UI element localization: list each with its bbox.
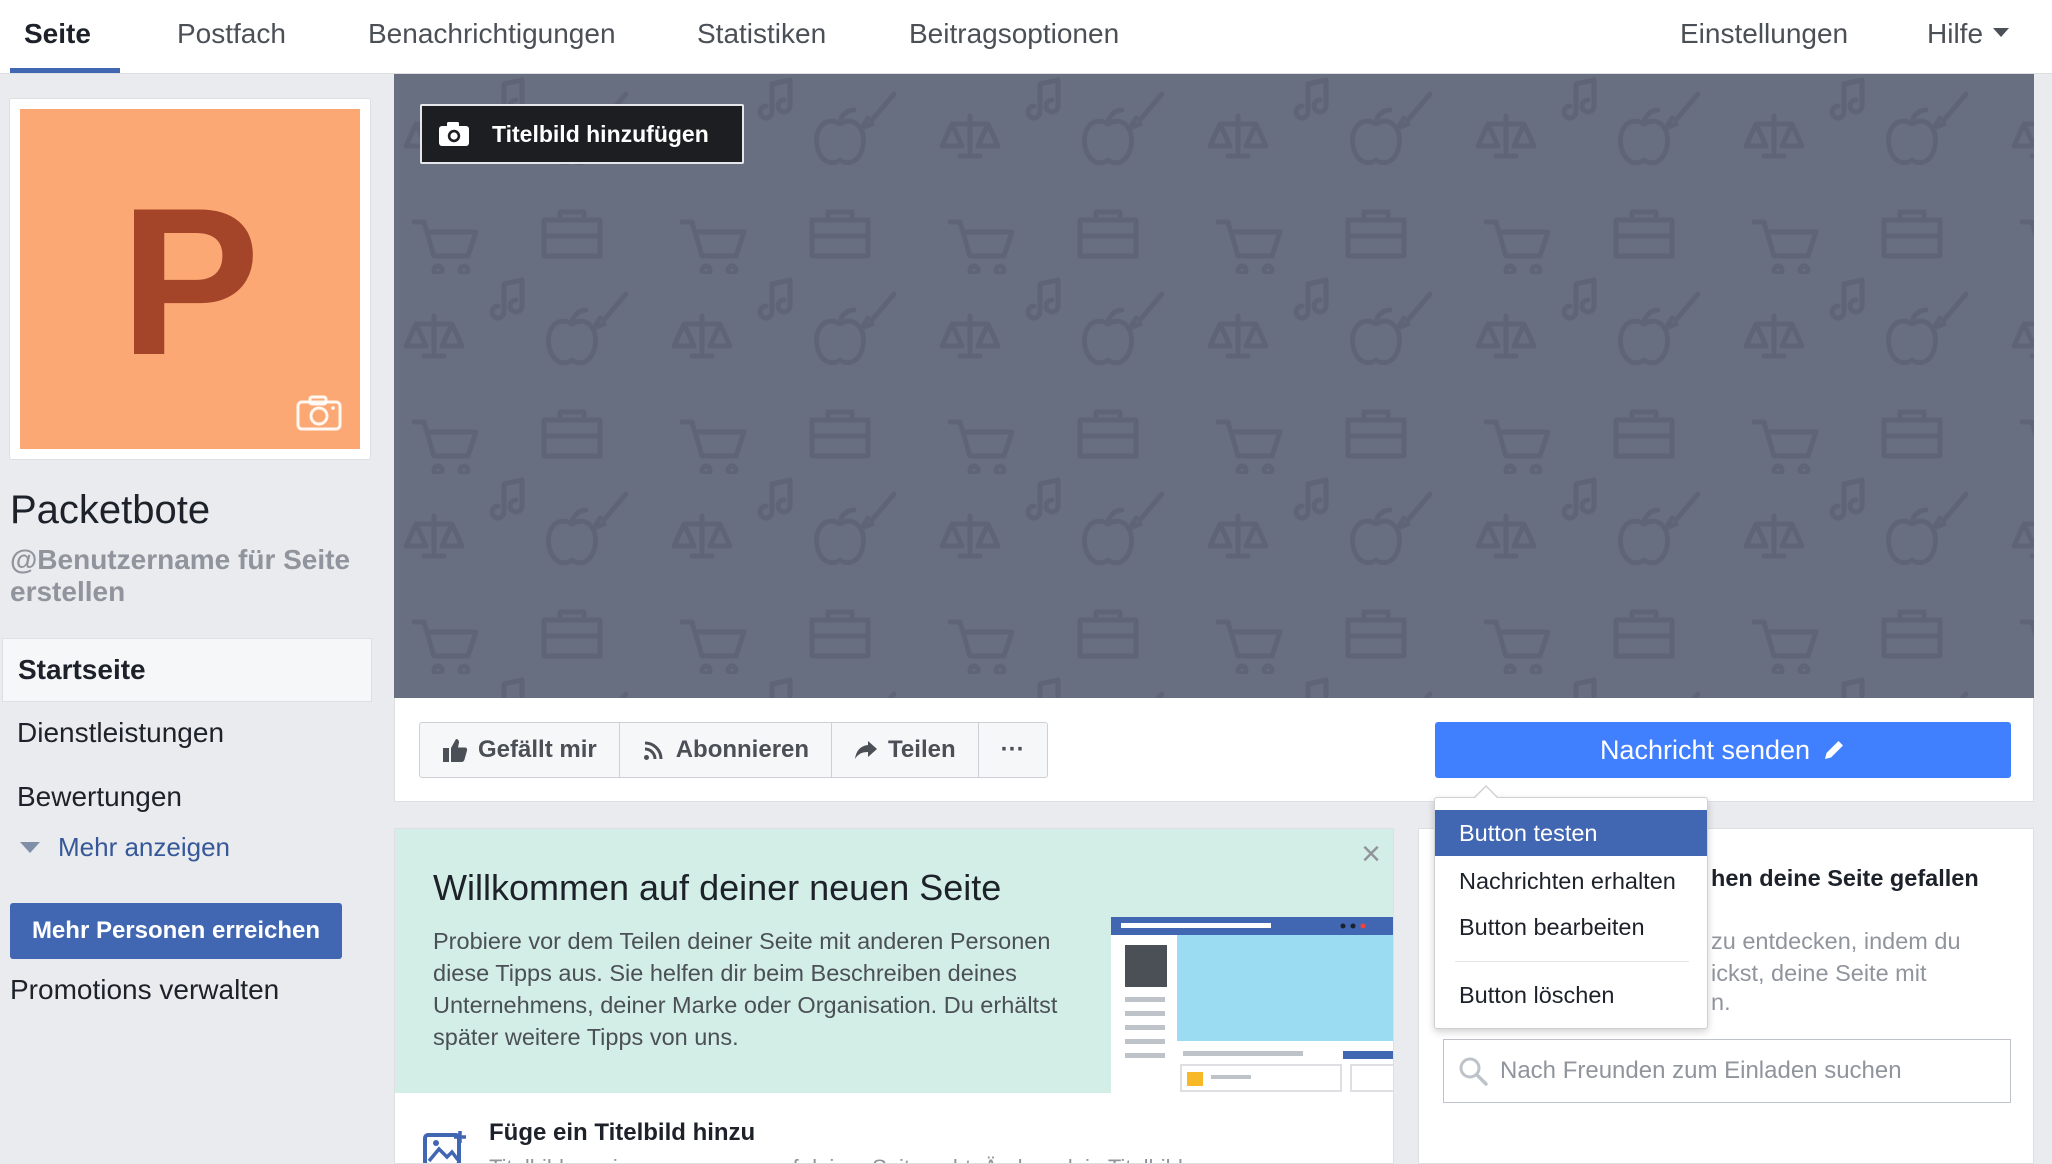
show-more-link[interactable]: Mehr anzeigen <box>20 832 230 863</box>
invite-text-line-2: ickst, deine Seite mit <box>1711 960 1927 986</box>
invite-search-input[interactable]: Nach Freunden zum Einladen suchen <box>1443 1039 2011 1103</box>
invite-text-line-3: n. <box>1711 989 1731 1015</box>
tab-einstellungen[interactable]: Einstellungen <box>1680 0 1848 74</box>
follow-label: Abonnieren <box>675 736 810 763</box>
like-button[interactable]: Gefällt mir <box>420 723 620 777</box>
tip-text: Titelbilder zeigen, worum es auf deiner … <box>489 1155 1277 1163</box>
add-photo-icon <box>423 1131 466 1163</box>
tab-hilfe[interactable]: Hilfe <box>1927 0 2010 74</box>
share-arrow-icon <box>855 741 878 759</box>
welcome-text: Probiere vor dem Teilen deiner Seite mit… <box>433 928 1058 1050</box>
rss-icon <box>643 741 663 760</box>
welcome-title: Willkommen auf deiner neuen Seite <box>433 867 1002 908</box>
active-tab-indicator <box>10 68 120 73</box>
page-action-buttons: Gefällt mir Abonnieren Teilen ··· <box>419 722 1048 778</box>
message-button-dropdown: Button testen Nachrichten erhalten Butto… <box>1434 785 1708 1029</box>
more-options-icon: ··· <box>1000 736 1025 763</box>
page-preview-illustration <box>1111 917 1393 1093</box>
profile-picture[interactable]: P <box>20 109 360 449</box>
search-icon <box>1459 1057 1488 1086</box>
pencil-icon[interactable] <box>1822 738 1846 762</box>
tab-benachrichtigungen[interactable]: Benachrichtigungen <box>368 0 616 74</box>
like-label: Gefällt mir <box>478 736 597 763</box>
menu-separator <box>1455 961 1689 962</box>
tab-beitragsoptionen[interactable]: Beitragsoptionen <box>909 0 1119 74</box>
share-button[interactable]: Teilen <box>832 723 979 777</box>
tab-seite[interactable]: Seite <box>24 0 91 74</box>
menu-item-edit-button[interactable]: Button bearbeiten <box>1435 904 1707 950</box>
send-message-button[interactable]: Nachricht senden <box>1435 722 2011 778</box>
nav-item-dienstleistungen[interactable]: Dienstleistungen <box>2 702 372 766</box>
menu-item-delete-button[interactable]: Button löschen <box>1435 972 1707 1018</box>
invite-text-line-1: zu entdecken, indem du <box>1711 928 1961 954</box>
close-icon[interactable]: × <box>1361 837 1381 871</box>
caret-down-icon <box>20 841 40 853</box>
invite-text: zu entdecken, indem du ickst, deine Seit… <box>1711 925 2011 989</box>
invite-title: hen deine Seite gefallen <box>1711 865 1979 891</box>
tab-hilfe-label: Hilfe <box>1927 18 1984 49</box>
nav-item-startseite[interactable]: Startseite <box>2 638 372 702</box>
caret-down-icon <box>1993 28 2010 38</box>
tip-title[interactable]: Füge ein Titelbild hinzu <box>489 1119 755 1147</box>
create-username-link[interactable]: @Benutzername für Seite erstellen <box>10 544 370 608</box>
page-top-nav: Seite Postfach Benachrichtigungen Statis… <box>0 0 2052 74</box>
manage-promotions-link[interactable]: Promotions verwalten <box>10 974 279 1006</box>
reach-more-people-button[interactable]: Mehr Personen erreichen <box>10 903 342 959</box>
add-cover-photo-label: Titelbild hinzufügen <box>492 120 709 147</box>
show-more-label: Mehr anzeigen <box>58 832 230 862</box>
left-nav: Startseite Dienstleistungen Bewertungen <box>2 638 372 830</box>
dropdown-arrow-inner <box>1474 787 1498 799</box>
send-message-label: Nachricht senden <box>1599 734 1811 765</box>
welcome-card: × Willkommen auf deiner neuen Seite Prob… <box>394 828 1394 1164</box>
thumbs-up-icon <box>443 739 468 762</box>
profile-letter: P <box>119 164 261 399</box>
menu-item-receive-messages[interactable]: Nachrichten erhalten <box>1435 858 1707 904</box>
camera-icon <box>439 122 469 146</box>
camera-icon[interactable] <box>296 395 342 431</box>
cover-pattern <box>394 74 2034 698</box>
more-options-button[interactable]: ··· <box>979 723 1047 777</box>
nav-item-bewertungen[interactable]: Bewertungen <box>2 766 372 830</box>
share-label: Teilen <box>888 736 956 763</box>
page-title[interactable]: Packetbote <box>10 488 210 533</box>
invite-search-placeholder: Nach Freunden zum Einladen suchen <box>1500 1057 1902 1084</box>
menu-item-test-button[interactable]: Button testen <box>1435 810 1707 856</box>
follow-button[interactable]: Abonnieren <box>620 723 833 777</box>
page-action-bar: Gefällt mir Abonnieren Teilen ··· Nachri… <box>394 698 2034 802</box>
tab-postfach[interactable]: Postfach <box>177 0 286 74</box>
add-cover-photo-button[interactable]: Titelbild hinzufügen <box>420 104 744 164</box>
profile-picture-card: P <box>9 98 371 460</box>
tab-statistiken[interactable]: Statistiken <box>697 0 826 74</box>
cover-photo-area: Titelbild hinzufügen <box>394 74 2034 698</box>
